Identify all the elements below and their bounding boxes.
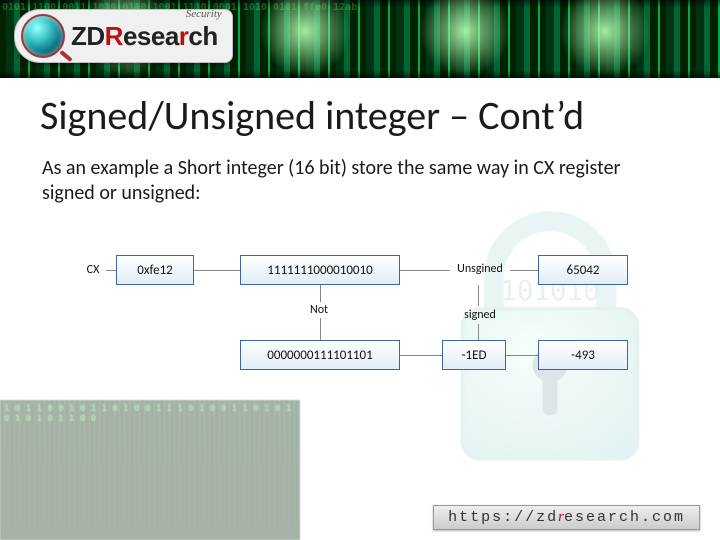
brand-tagline: Security bbox=[186, 8, 222, 20]
negated-hex-box: -1ED bbox=[442, 340, 506, 370]
hex-value-box: 0xfe12 bbox=[116, 255, 194, 285]
magnifier-icon bbox=[21, 14, 65, 58]
footer-url: https://zdresearch.com bbox=[433, 505, 700, 530]
connector bbox=[478, 285, 479, 306]
header-glow bbox=[560, 0, 650, 78]
register-label-cx: CX bbox=[80, 262, 106, 278]
signed-decimal-box: -493 bbox=[538, 340, 628, 370]
connector bbox=[106, 270, 116, 271]
integer-diagram: CX 0xfe12 1111111000010010 Unsgined 6504… bbox=[80, 240, 640, 400]
signed-label: signed bbox=[452, 306, 508, 324]
brand-name: ZDResearch bbox=[71, 23, 218, 49]
header-glow bbox=[420, 0, 510, 78]
connector bbox=[400, 355, 442, 356]
connector bbox=[320, 318, 321, 340]
brand-logo-pill: Security ZDResearch bbox=[14, 9, 233, 63]
brand-name-part: ch bbox=[188, 21, 217, 51]
footer-url-part: esearch.com bbox=[564, 509, 685, 526]
brand-name-part: esea bbox=[123, 21, 179, 51]
not-op-label: Not bbox=[294, 302, 344, 318]
binary-not-box: 0000000111101101 bbox=[240, 340, 400, 370]
footer-matrix-background bbox=[0, 400, 300, 540]
binary-original-box: 1111111000010010 bbox=[240, 255, 400, 285]
brand-name-part: ZD bbox=[71, 21, 105, 51]
unsigned-decimal-box: 65042 bbox=[538, 255, 628, 285]
brand-name-part: R bbox=[105, 21, 123, 51]
connector bbox=[320, 285, 321, 302]
footer-url-scheme: https:// bbox=[448, 509, 536, 526]
connector bbox=[478, 324, 479, 340]
footer-url-part: zd bbox=[536, 509, 558, 526]
brand-logo: Security ZDResearch bbox=[14, 10, 264, 62]
slide: 101010 Security ZDResearch Signed/Unsign… bbox=[0, 0, 720, 540]
connector bbox=[510, 270, 538, 271]
header-glow bbox=[260, 0, 350, 78]
connector bbox=[506, 355, 538, 356]
brand-name-part: r bbox=[179, 21, 189, 51]
slide-subtitle: As an example a Short integer (16 bit) s… bbox=[42, 156, 660, 206]
slide-title: Signed/Unsigned integer – Cont’d bbox=[40, 96, 584, 136]
unsigned-label: Unsgined bbox=[450, 260, 510, 278]
connector bbox=[194, 270, 240, 271]
connector bbox=[400, 270, 450, 271]
